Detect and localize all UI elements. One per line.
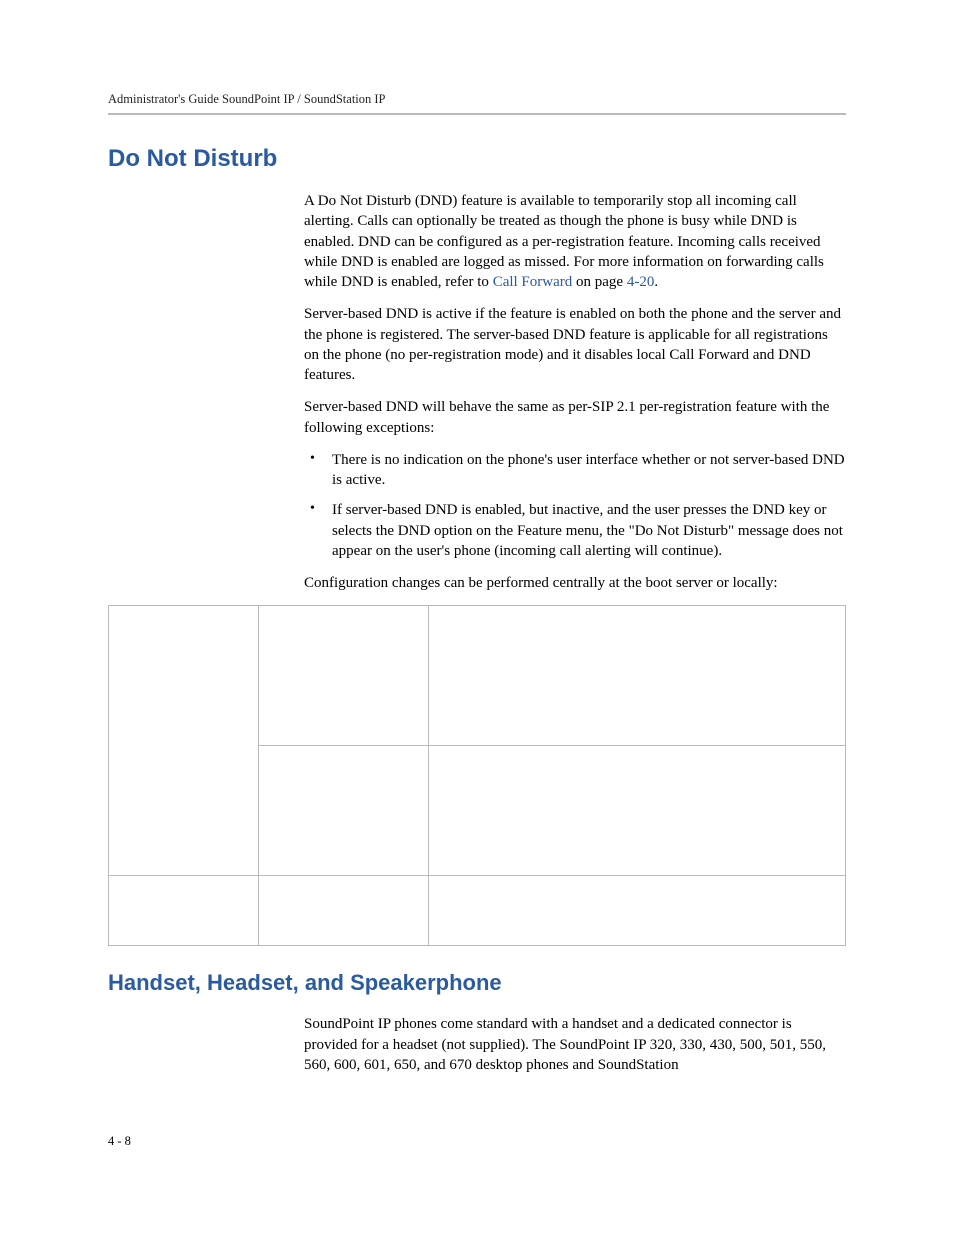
table-row bbox=[109, 606, 846, 746]
paragraph: Server-based DND will behave the same as… bbox=[304, 397, 846, 438]
table-cell bbox=[109, 876, 259, 946]
text-run: . bbox=[654, 274, 658, 290]
section1-body: A Do Not Disturb (DND) feature is availa… bbox=[304, 191, 846, 593]
running-head: Administrator's Guide SoundPoint IP / So… bbox=[108, 92, 846, 107]
table-cell bbox=[429, 876, 846, 946]
list-item: If server-based DND is enabled, but inac… bbox=[304, 500, 846, 561]
bullet-list: There is no indication on the phone's us… bbox=[304, 450, 846, 561]
document-page: Administrator's Guide SoundPoint IP / So… bbox=[0, 0, 954, 1235]
list-item: There is no indication on the phone's us… bbox=[304, 450, 846, 491]
table-cell bbox=[429, 606, 846, 746]
table-cell bbox=[259, 606, 429, 746]
paragraph: A Do Not Disturb (DND) feature is availa… bbox=[304, 191, 846, 292]
paragraph: Configuration changes can be performed c… bbox=[304, 573, 846, 593]
paragraph: SoundPoint IP phones come standard with … bbox=[304, 1014, 846, 1075]
table-row bbox=[109, 876, 846, 946]
xref-page-4-20[interactable]: 4-20 bbox=[627, 274, 655, 290]
heading-handset-headset-speakerphone: Handset, Headset, and Speakerphone bbox=[108, 970, 846, 996]
section2-body: SoundPoint IP phones come standard with … bbox=[304, 1014, 846, 1075]
table-cell bbox=[259, 876, 429, 946]
table-cell bbox=[429, 746, 846, 876]
xref-call-forward[interactable]: Call Forward bbox=[493, 274, 573, 290]
table-cell bbox=[259, 746, 429, 876]
paragraph: Server-based DND is active if the featur… bbox=[304, 304, 846, 385]
table-cell bbox=[109, 606, 259, 876]
heading-do-not-disturb: Do Not Disturb bbox=[108, 145, 846, 173]
config-table bbox=[108, 605, 846, 946]
text-run: on page bbox=[572, 274, 627, 290]
page-number: 4 - 8 bbox=[108, 1134, 131, 1149]
header-rule bbox=[108, 113, 846, 115]
